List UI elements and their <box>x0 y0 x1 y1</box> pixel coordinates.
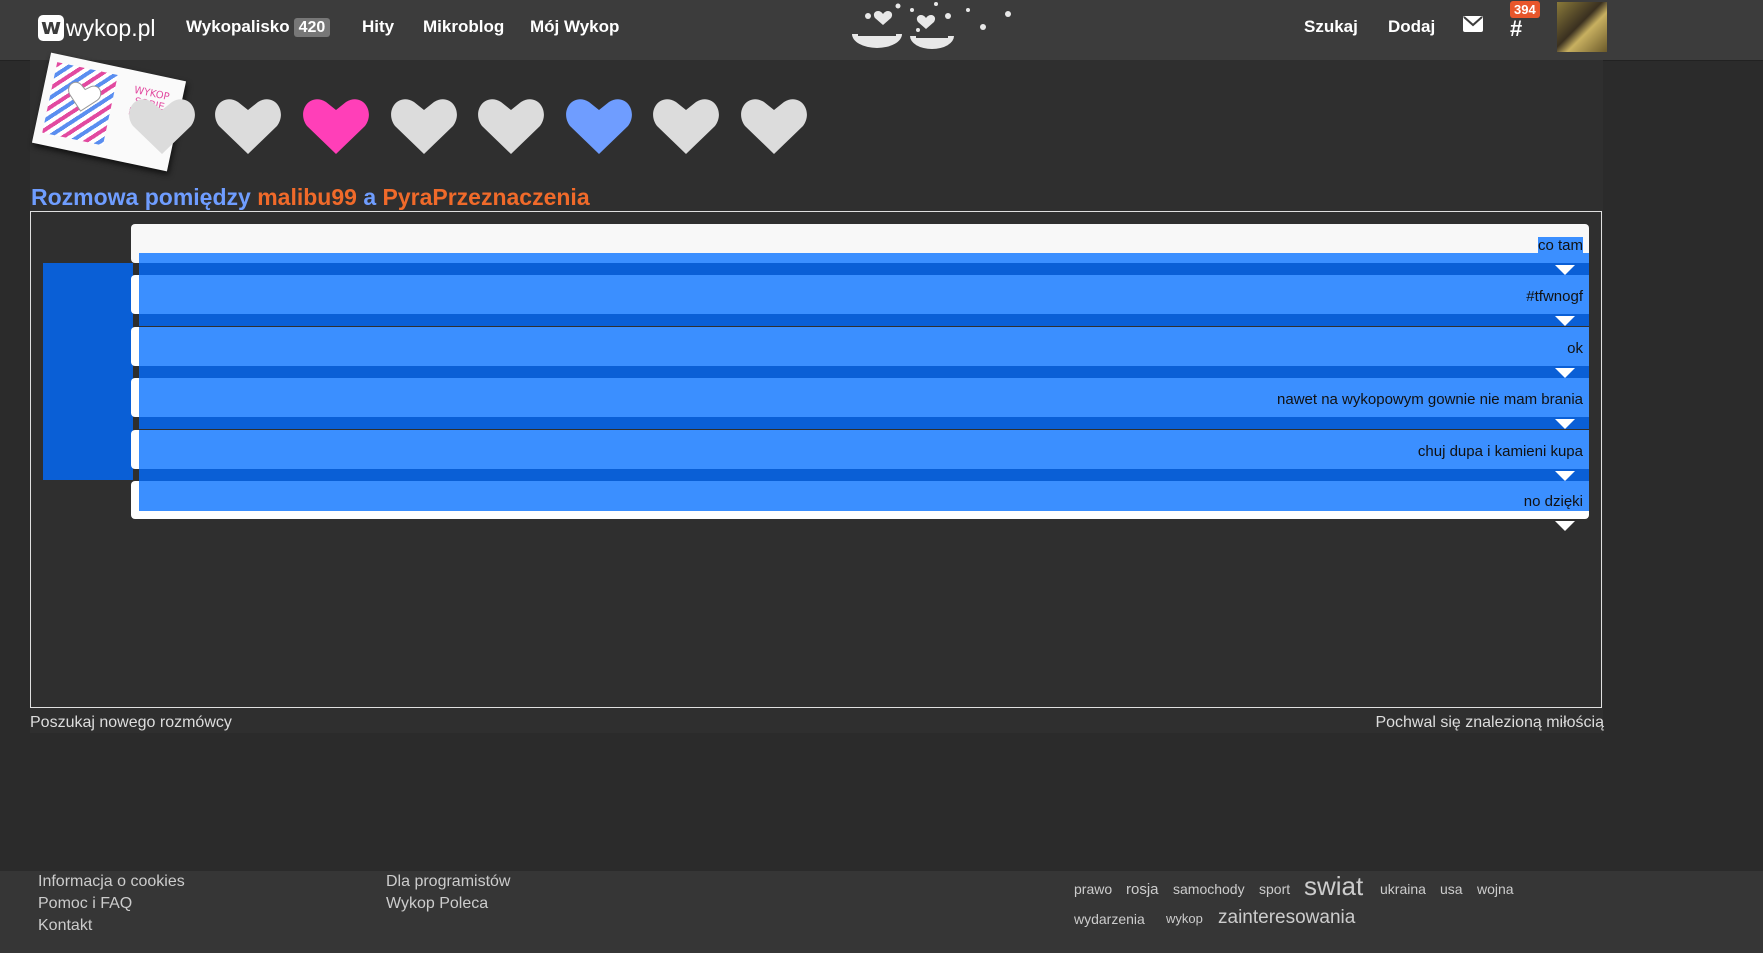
praise-found-love-link[interactable]: Pochwal się znalezioną miłością <box>1375 714 1604 732</box>
message-pointer-icon <box>1555 471 1575 481</box>
nav-moj-wykop[interactable]: Mój Wykop <box>530 17 619 37</box>
chat-message: chuj dupa i kamieni kupa <box>131 430 1589 481</box>
message-fill <box>139 275 1589 314</box>
wykop-logo[interactable]: w wykop.pl <box>38 12 155 44</box>
logo-mark: w <box>38 15 64 41</box>
conversation-separator: a <box>363 184 377 210</box>
footer-link-cookies[interactable]: Informacja o cookies <box>38 873 185 891</box>
footer-link-contact[interactable]: Kontakt <box>38 917 92 935</box>
message-pointer-icon <box>1555 419 1575 429</box>
tag-link[interactable]: wykop <box>1166 911 1203 926</box>
chat-message-text: ok <box>1567 340 1583 357</box>
chat-message: no dzięki <box>131 481 1589 531</box>
tag-link[interactable]: samochody <box>1173 881 1245 897</box>
top-navigation-bar: w wykop.pl Wykopalisko 420 Hity Mikroblog… <box>0 0 1763 60</box>
message-fill <box>139 481 1589 511</box>
nav-wykopalisko[interactable]: Wykopalisko 420 <box>186 17 331 37</box>
message-underline <box>139 314 1589 326</box>
tag-link[interactable]: wojna <box>1477 881 1514 897</box>
tag-link[interactable]: zainteresowania <box>1218 907 1355 929</box>
search-new-partner-link[interactable]: Poszukaj nowego rozmówcy <box>30 714 232 732</box>
chat-message: nawet na wykopowym gownie nie mam brania <box>131 378 1589 429</box>
footer: Informacja o cookies Pomoc i FAQ Kontakt… <box>0 871 1763 953</box>
tag-hash-icon[interactable]: # <box>1510 16 1522 42</box>
message-pointer-icon <box>1555 316 1575 326</box>
chat-side-block <box>43 263 133 480</box>
message-fill <box>139 327 1589 366</box>
heart-icon-1[interactable] <box>214 96 282 156</box>
chat-message-text: no dzięki <box>1523 493 1583 510</box>
nav-szukaj[interactable]: Szukaj <box>1304 17 1358 37</box>
message-pointer-icon <box>1555 521 1575 531</box>
conversation-user2-link[interactable]: PyraPrzeznaczenia <box>383 184 590 210</box>
notifications-count-badge: 394 <box>1510 1 1540 18</box>
logo-text: wykop.pl <box>66 14 156 41</box>
tag-link[interactable]: swiat <box>1304 871 1363 902</box>
heart-icon-3[interactable] <box>390 96 458 156</box>
heart-icon-6[interactable] <box>652 96 720 156</box>
mail-icon[interactable] <box>1463 16 1483 32</box>
heart-icon-2[interactable] <box>302 96 370 156</box>
heart-icon-5[interactable] <box>565 96 633 156</box>
nav-dodaj[interactable]: Dodaj <box>1388 17 1435 37</box>
chat-message-text: chuj dupa i kamieni kupa <box>1417 443 1583 460</box>
conversation-user1-link[interactable]: malibu99 <box>257 184 357 210</box>
conversation-title: Rozmowa pomiędzy malibu99 a PyraPrzeznac… <box>31 184 590 211</box>
footer-link-developers[interactable]: Dla programistów <box>386 873 510 891</box>
tag-link[interactable]: wydarzenia <box>1074 911 1145 927</box>
tag-link[interactable]: rosja <box>1126 881 1159 898</box>
chat-message-text: nawet na wykopowym gownie nie mam brania <box>1277 391 1583 408</box>
message-underline <box>139 417 1589 429</box>
message-pointer-icon <box>1555 265 1575 275</box>
chat-message: #tfwnogf <box>131 275 1589 326</box>
tag-link[interactable]: prawo <box>1074 881 1112 897</box>
chat-message-text: co tam <box>1537 237 1583 254</box>
heart-icon-7[interactable] <box>740 96 808 156</box>
heart-icon-4[interactable] <box>477 96 545 156</box>
love-cups-logo-icon <box>852 2 1011 49</box>
tag-link[interactable]: sport <box>1259 881 1290 897</box>
message-pointer-icon <box>1555 368 1575 378</box>
message-fill <box>139 253 1589 263</box>
chat-message-text: #tfwnogf <box>1526 288 1583 305</box>
tag-link[interactable]: ukraina <box>1380 881 1426 897</box>
chat-message: ok <box>131 327 1589 378</box>
conversation-label: Rozmowa pomiędzy <box>31 184 251 210</box>
chat-message: co tam <box>131 224 1589 275</box>
nav-wykopalisko-label: Wykopalisko <box>186 17 290 36</box>
nav-mikroblog[interactable]: Mikroblog <box>423 17 504 37</box>
footer-link-help-faq[interactable]: Pomoc i FAQ <box>38 895 132 913</box>
footer-link-wykop-poleca[interactable]: Wykop Poleca <box>386 895 488 913</box>
wykopalisko-count-badge: 420 <box>293 18 331 37</box>
message-underline <box>139 469 1589 481</box>
tag-link[interactable]: usa <box>1440 881 1463 897</box>
user-avatar[interactable] <box>1557 2 1607 52</box>
message-fill <box>139 430 1589 469</box>
message-underline <box>139 263 1589 275</box>
nav-hity[interactable]: Hity <box>362 17 394 37</box>
message-underline <box>139 366 1589 378</box>
heart-icon-hidden <box>129 99 195 154</box>
